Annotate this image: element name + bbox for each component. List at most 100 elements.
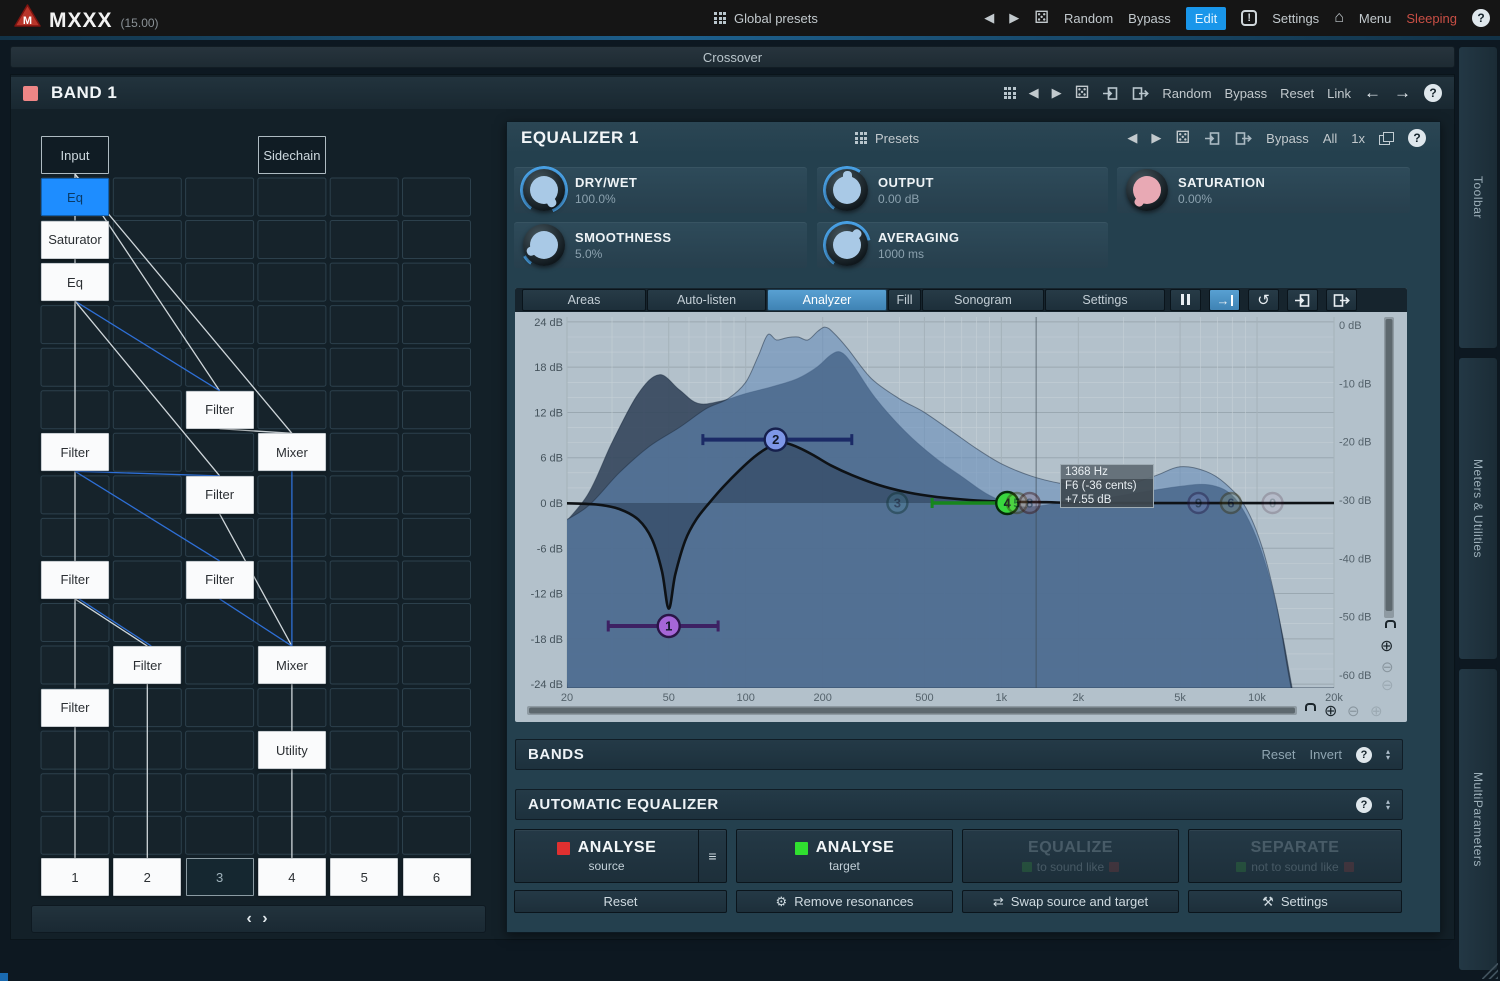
eq-band-9-handle[interactable]: 9 — [1188, 493, 1208, 513]
dry-wet-knob-tile[interactable]: DRY/WET100.0% — [514, 167, 807, 213]
auto-eq-collapse-icon[interactable]: ▴▾ — [1386, 799, 1390, 811]
eq-band-8-handle[interactable]: 8 — [1020, 493, 1040, 513]
analyse-target-button[interactable]: ANALYSE target — [736, 829, 953, 883]
node-graph[interactable]: InputSidechainEqSaturatorEqFilterFilterM… — [21, 116, 491, 908]
equalizer-import-icon[interactable] — [1204, 131, 1221, 146]
tab-areas[interactable]: Areas — [522, 289, 646, 311]
sidebar-tab-meters-utilities[interactable]: Meters & Utilities — [1458, 357, 1498, 660]
eq-band-0-handle[interactable]: 0 — [1263, 493, 1283, 513]
node-input[interactable]: Input — [41, 136, 109, 174]
grid-cell[interactable] — [258, 221, 326, 259]
v-scrollbar-thumb[interactable] — [1386, 319, 1393, 611]
band-link-button[interactable]: Link — [1327, 86, 1351, 101]
bands-section-header[interactable]: BANDS Reset Invert ? ▴▾ — [515, 739, 1403, 770]
analyzer-pause-button[interactable] — [1170, 289, 1201, 311]
grid-cell[interactable] — [186, 731, 254, 769]
grid-cell[interactable] — [330, 391, 398, 429]
grid-cell[interactable] — [258, 391, 326, 429]
saturation-knob-tile[interactable]: SATURATION0.00% — [1117, 167, 1410, 213]
band-next-icon[interactable]: ▶ — [1052, 85, 1062, 101]
output-4[interactable]: 4 — [258, 858, 326, 896]
band-reset-button[interactable]: Reset — [1280, 86, 1314, 101]
equalizer-help-icon[interactable]: ? — [1408, 129, 1426, 147]
graph-resize-handle[interactable]: ‹ › — [31, 905, 486, 933]
analyzer-chart[interactable]: 12345896024 dB18 dB12 dB6 dB0 dB-6 dB-12… — [515, 312, 1407, 722]
grid-cell[interactable] — [113, 433, 181, 471]
analyzer-import-button[interactable] — [1287, 289, 1318, 311]
equalizer-prev-icon[interactable]: ◀ — [1127, 130, 1137, 146]
band-prev-icon[interactable]: ◀ — [1029, 85, 1039, 101]
sidebar-tab-multiparameters[interactable]: MultiParameters — [1458, 668, 1498, 971]
window-resize-grip[interactable] — [1482, 963, 1498, 979]
y-zoom-out-icon[interactable]: ⊖ — [1381, 658, 1394, 676]
averaging-knob-tile[interactable]: AVERAGING1000 ms — [817, 222, 1108, 268]
grid-cell[interactable] — [186, 689, 254, 727]
tab-sonogram[interactable]: Sonogram — [922, 289, 1044, 311]
grid-cell[interactable] — [403, 604, 471, 642]
grid-cell[interactable] — [403, 816, 471, 854]
sleeping-status[interactable]: Sleeping — [1406, 11, 1457, 26]
equalizer-presets-button[interactable]: Presets — [855, 131, 919, 146]
grid-cell[interactable] — [113, 348, 181, 386]
analyzer-reset-button[interactable]: ↺ — [1248, 289, 1279, 311]
bands-invert-button[interactable]: Invert — [1309, 747, 1342, 762]
random-button[interactable]: Random — [1064, 11, 1113, 26]
help-icon[interactable]: ? — [1472, 9, 1490, 27]
band-random-button[interactable]: Random — [1162, 86, 1211, 101]
grid-cell[interactable] — [330, 604, 398, 642]
grid-cell[interactable] — [186, 604, 254, 642]
band-help-icon[interactable]: ? — [1424, 84, 1442, 102]
x-zoom-out-icon-2[interactable]: ⊕ — [1370, 702, 1383, 720]
band-color-square[interactable] — [23, 86, 38, 101]
edit-button[interactable]: Edit — [1186, 7, 1226, 30]
grid-cell[interactable] — [330, 178, 398, 216]
analyzer-chart-canvas[interactable]: 12345896024 dB18 dB12 dB6 dB0 dB-6 dB-12… — [515, 312, 1407, 722]
eq-band-6-handle[interactable]: 6 — [1221, 493, 1241, 513]
node-filter[interactable]: Filter — [41, 689, 109, 727]
output-1[interactable]: 1 — [41, 858, 109, 896]
grid-cell[interactable] — [403, 689, 471, 727]
grid-cell[interactable] — [403, 391, 471, 429]
grid-cell[interactable] — [258, 178, 326, 216]
tab-fill[interactable]: Fill — [888, 289, 921, 311]
grid-cell[interactable] — [330, 306, 398, 344]
grid-cell[interactable] — [113, 221, 181, 259]
bands-collapse-icon[interactable]: ▴▾ — [1386, 749, 1390, 761]
popout-window-icon[interactable] — [1379, 132, 1394, 145]
output-knob-tile[interactable]: OUTPUT0.00 dB — [817, 167, 1108, 213]
grid-cell[interactable] — [113, 604, 181, 642]
band-presets-grid-icon[interactable] — [1004, 87, 1016, 99]
crossover-tab[interactable]: Crossover — [10, 46, 1455, 68]
grid-cell[interactable] — [330, 518, 398, 556]
menu-button[interactable]: Menu — [1359, 11, 1392, 26]
node-filter[interactable]: Filter — [41, 561, 109, 599]
prev-preset-icon[interactable]: ◀ — [984, 10, 994, 26]
band-forward-icon[interactable]: → — [1394, 83, 1411, 103]
smoothness-knob[interactable] — [523, 224, 565, 266]
bands-reset-button[interactable]: Reset — [1262, 747, 1296, 762]
grid-cell[interactable] — [403, 348, 471, 386]
sidebar-tab-toolbar[interactable]: Toolbar — [1458, 46, 1498, 349]
analyzer-export-button[interactable] — [1326, 289, 1357, 311]
grid-cell[interactable] — [186, 306, 254, 344]
grid-cell[interactable] — [186, 178, 254, 216]
node-filter[interactable]: Filter — [186, 561, 254, 599]
h-scrollbar-thumb[interactable] — [529, 708, 1295, 714]
x-zoom-in-icon[interactable]: ⊕ — [1324, 701, 1337, 721]
auto-eq-section-header[interactable]: AUTOMATIC EQUALIZER ? ▴▾ — [515, 789, 1403, 820]
node-sidechain[interactable]: Sidechain — [258, 136, 326, 174]
dry-wet-knob[interactable] — [523, 169, 565, 211]
global-presets-button[interactable]: Global presets — [734, 11, 818, 26]
grid-cell[interactable] — [186, 433, 254, 471]
band-bypass-button[interactable]: Bypass — [1225, 86, 1268, 101]
grid-cell[interactable] — [113, 476, 181, 514]
grid-cell[interactable] — [186, 263, 254, 301]
equalize-button[interactable]: EQUALIZE to sound like — [962, 829, 1179, 883]
analyse-source-button[interactable]: ANALYSE source ≡ — [514, 829, 727, 883]
tab-analyzer[interactable]: Analyzer — [767, 289, 887, 311]
grid-cell[interactable] — [113, 306, 181, 344]
y-zoom-out-icon-2[interactable]: ⊖ — [1381, 676, 1394, 694]
equalizer-export-icon[interactable] — [1235, 131, 1252, 146]
band-import-icon[interactable] — [1102, 86, 1119, 101]
grid-cell[interactable] — [113, 391, 181, 429]
